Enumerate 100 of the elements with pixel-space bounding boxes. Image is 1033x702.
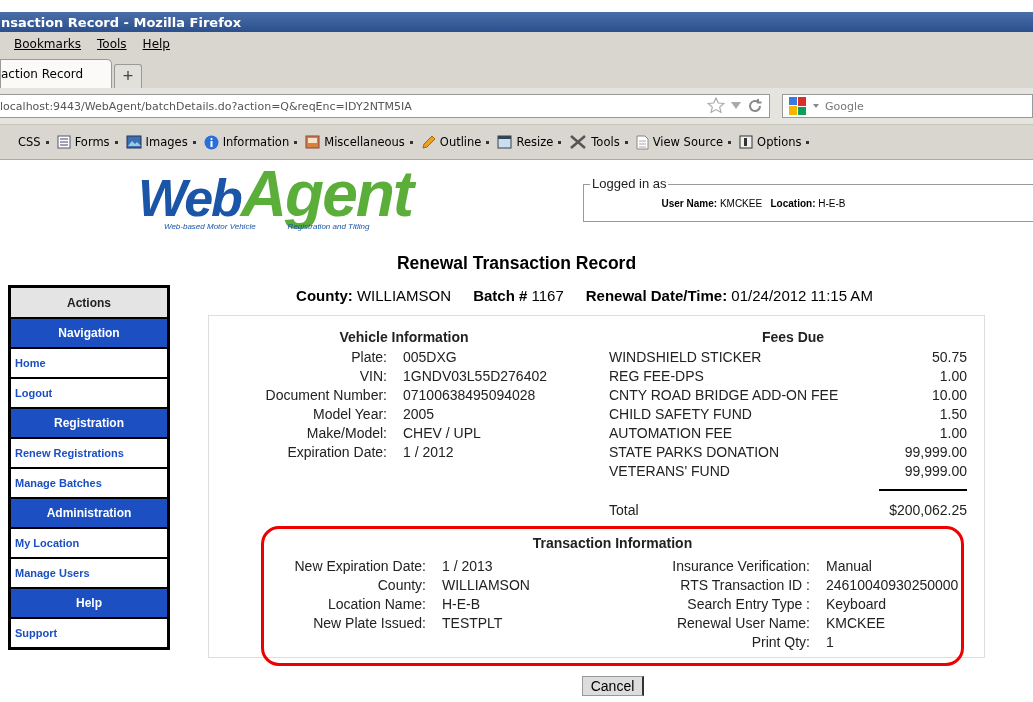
field-label: Make/Model: xyxy=(305,424,387,443)
page-heading: Renewal Transaction Record xyxy=(395,253,638,275)
info-icon xyxy=(203,134,219,150)
field-value: 1 / 2012 xyxy=(403,443,455,462)
field-value: KMCKEE xyxy=(826,614,887,633)
sidebar-section: Help xyxy=(11,589,167,617)
field-value: 1 / 2013 xyxy=(442,557,494,576)
fee-amount: 1.00 xyxy=(938,367,967,386)
fee-label: CHILD SAFETY FUND xyxy=(609,405,753,424)
field-label: Plate: xyxy=(350,348,387,367)
dropdown-icon[interactable] xyxy=(731,102,741,110)
fee-label: WINDSHIELD STICKER xyxy=(609,348,763,367)
field-value: Manual xyxy=(826,557,873,576)
toolbar-menu[interactable]: View Source xyxy=(635,134,732,150)
summary-field: Batch # 1167 xyxy=(473,287,564,315)
image-icon xyxy=(125,135,142,149)
field-label: New Plate Issued: xyxy=(312,614,426,633)
window-icon xyxy=(497,135,513,149)
field-label: Model Year: xyxy=(312,405,387,424)
field-label: Search Entry Type : xyxy=(686,595,810,614)
toolbar-menu[interactable]: Tools xyxy=(569,134,628,150)
toolbar-menu[interactable]: Images xyxy=(125,135,196,149)
field-label: New Expiration Date: xyxy=(293,557,426,576)
toolbar-menu[interactable]: Forms xyxy=(56,135,118,149)
address-bar[interactable]: localhost:9443/WebAgent/batchDetails.do?action=Q&reqEnc=IDY2NTM5IA xyxy=(0,94,770,118)
window-title: nsaction Record - Mozilla Firefox xyxy=(0,14,242,30)
login-details: User Name: KMCKEE Location: H-E-B xyxy=(660,198,847,209)
toolbar-menu[interactable]: Resize xyxy=(497,135,562,149)
field-value: TESTPLT xyxy=(442,614,504,633)
total-amount: $200,062.25 xyxy=(888,501,967,520)
sidebar-link[interactable]: Renew Registrations xyxy=(11,439,167,467)
field-value: 24610040930250000 xyxy=(826,576,959,595)
browser-tab[interactable]: action Record xyxy=(0,59,112,88)
sidebar-link[interactable]: Manage Users xyxy=(11,559,167,587)
sidebar-link[interactable]: My Location xyxy=(11,529,167,557)
fee-label: VETERANS' FUND xyxy=(609,462,731,481)
fee-amount: 10.00 xyxy=(930,386,967,405)
field-label: County: xyxy=(376,576,426,595)
field-value: 2005 xyxy=(403,405,436,424)
section-title: Vehicle Information xyxy=(338,329,470,347)
sidebar-link[interactable]: Logout xyxy=(11,379,167,407)
sidebar-link[interactable]: Manage Batches xyxy=(11,469,167,497)
sidebar-section: Administration xyxy=(11,499,167,527)
dropdown-icon[interactable] xyxy=(813,104,819,108)
toolbar-menu[interactable]: Outline xyxy=(420,134,490,150)
field-value: H-E-B xyxy=(442,595,482,614)
field-label: Insurance Verification: xyxy=(671,557,810,576)
toolbar-menu[interactable]: Miscellaneous xyxy=(305,135,413,149)
section-title: Transaction Information xyxy=(531,535,694,553)
summary-field: Renewal Date/Time: 01/24/2012 11:15 AM xyxy=(585,287,873,315)
field-value: WILLIAMSON xyxy=(442,576,531,595)
field-value: 1GNDV03L55D276402 xyxy=(403,367,548,386)
search-field[interactable]: Google xyxy=(782,94,1033,118)
page-icon xyxy=(635,134,649,150)
form-icon xyxy=(56,135,71,149)
field-value: 07100638495094028 xyxy=(403,386,537,405)
menu-item[interactable]: Bookmarks xyxy=(14,37,82,51)
field-label: Expiration Date: xyxy=(286,443,387,462)
field-label: Renewal User Name: xyxy=(675,614,810,633)
pencil-icon xyxy=(420,134,436,150)
panel-legend: Logged in as xyxy=(590,176,669,191)
search-input[interactable]: Google xyxy=(823,98,977,114)
options-icon xyxy=(739,135,754,149)
field-label: VIN: xyxy=(358,367,387,386)
reload-icon[interactable] xyxy=(747,98,763,114)
new-tab-button[interactable]: + xyxy=(114,64,142,88)
toolbar-menu[interactable]: CSS xyxy=(18,135,49,149)
fee-label: CNTY ROAD BRIDGE ADD-ON FEE xyxy=(609,386,840,405)
field-label: Document Number: xyxy=(264,386,387,405)
menu-item[interactable]: Help xyxy=(142,37,170,51)
search-engine-icon[interactable] xyxy=(787,95,809,117)
field-label: RTS Transaction ID : xyxy=(679,576,810,595)
field-value: Keyboard xyxy=(826,595,887,614)
sidebar-link[interactable]: Support xyxy=(11,619,167,647)
total-label: Total xyxy=(609,501,640,520)
field-value: 005DXG xyxy=(403,348,458,367)
sidebar-header: Actions xyxy=(11,288,167,317)
sidebar-link[interactable]: Home xyxy=(11,349,167,377)
fee-amount: 99,999.00 xyxy=(903,443,967,462)
fee-label: REG FEE-DPS xyxy=(609,367,705,386)
sidebar-section: Registration xyxy=(11,409,167,437)
fee-amount: 50.75 xyxy=(930,348,967,367)
star-icon[interactable] xyxy=(707,97,725,115)
fee-label: AUTOMATION FEE xyxy=(609,424,734,443)
field-value: CHEV / UPL xyxy=(403,424,482,443)
toolbar-menu[interactable]: Options xyxy=(739,135,810,149)
field-label: Print Qty: xyxy=(750,633,810,652)
cancel-button[interactable]: Cancel xyxy=(581,676,645,696)
fee-amount: 1.00 xyxy=(938,424,967,443)
fee-amount: 99,999.00 xyxy=(903,462,967,481)
toolbar-menu[interactable]: Information xyxy=(203,134,298,150)
fee-amount: 1.50 xyxy=(938,405,967,424)
summary-field: County: WILLIAMSON xyxy=(296,287,452,315)
field-value: 1 xyxy=(826,633,835,652)
section-title: Fees Due xyxy=(760,329,826,347)
fee-label: STATE PARKS DONATION xyxy=(609,443,781,462)
field-label: Location Name: xyxy=(326,595,426,614)
sidebar-section: Navigation xyxy=(11,319,167,347)
menu-item[interactable]: Tools xyxy=(97,37,127,51)
box-icon xyxy=(305,135,321,149)
